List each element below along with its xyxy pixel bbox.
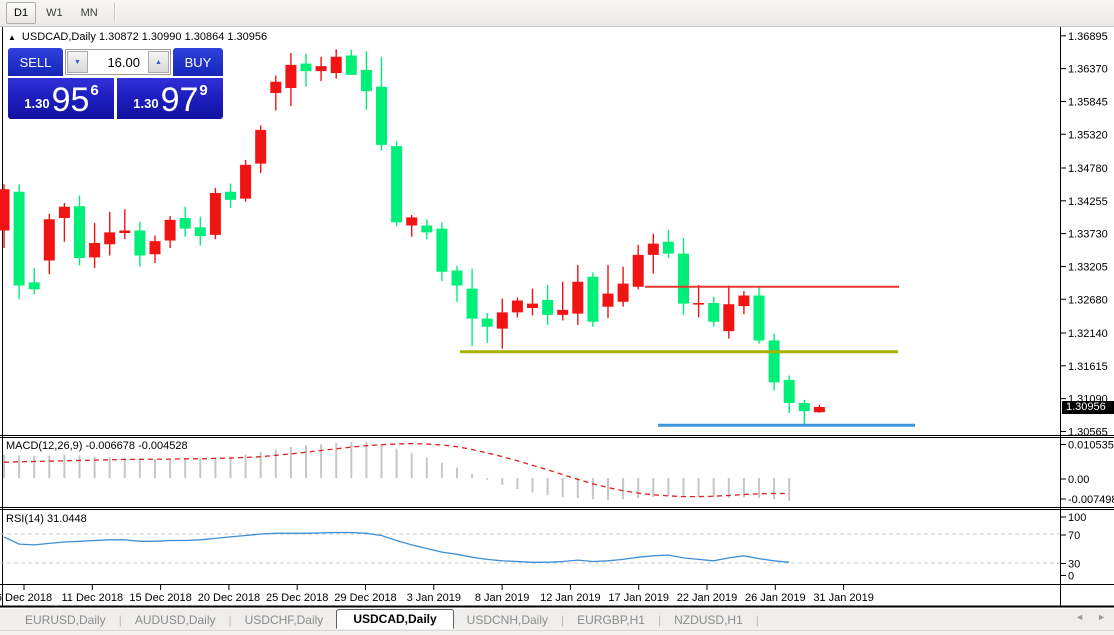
svg-text:1.35845: 1.35845 [1068, 96, 1108, 108]
collapse-triangle-icon[interactable]: ▲ [8, 33, 16, 42]
svg-text:1.33205: 1.33205 [1068, 261, 1108, 273]
svg-text:25 Dec 2018: 25 Dec 2018 [266, 592, 328, 604]
svg-text:6 Dec 2018: 6 Dec 2018 [0, 592, 52, 604]
tab-separator: | [756, 613, 759, 627]
tab-usdcnh-daily[interactable]: USDCNH,Daily [454, 611, 561, 629]
volume-spinner: ▼ 16.00 ▲ [65, 49, 171, 75]
svg-text:1.36370: 1.36370 [1068, 64, 1108, 76]
volume-value[interactable]: 16.00 [89, 50, 147, 74]
symbol-ohlc-text: USDCAD,Daily 1.30872 1.30990 1.30864 1.3… [22, 31, 267, 43]
svg-text:1.30565: 1.30565 [1068, 426, 1108, 438]
svg-text:30: 30 [1068, 559, 1080, 571]
rsi-layer: 100 70 300 [0, 512, 1086, 583]
buy-button[interactable]: BUY [173, 48, 223, 76]
svg-text:22 Jan 2019: 22 Jan 2019 [677, 592, 738, 604]
tabs-scroll-right-icon[interactable]: ► [1097, 612, 1106, 622]
mt4-window: { "toolbar": { "buttons": [ {"label": "D… [0, 0, 1114, 635]
buy-price-big: 97 [161, 85, 199, 115]
svg-text:3 Jan 2019: 3 Jan 2019 [407, 592, 461, 604]
svg-text:1.36895: 1.36895 [1068, 31, 1108, 43]
svg-text:8 Jan 2019: 8 Jan 2019 [475, 592, 529, 604]
tab-audusd-daily[interactable]: AUDUSD,Daily [122, 611, 229, 629]
svg-text:1.33730: 1.33730 [1068, 229, 1108, 241]
svg-text:0: 0 [1068, 571, 1074, 583]
volume-decrease-icon[interactable]: ▼ [67, 51, 88, 73]
macd-label: MACD(12,26,9) -0.006678 -0.004528 [6, 440, 188, 452]
one-click-trade-panel: SELL ▼ 16.00 ▲ BUY 1.30 95 6 1.30 97 9 [8, 48, 223, 119]
svg-text:26 Jan 2019: 26 Jan 2019 [745, 592, 806, 604]
svg-text:15 Dec 2018: 15 Dec 2018 [129, 592, 191, 604]
svg-text:20 Dec 2018: 20 Dec 2018 [198, 592, 260, 604]
sell-button[interactable]: SELL [8, 48, 63, 76]
tabs-scroll-left-icon[interactable]: ◄ [1075, 612, 1084, 622]
tab-eurusd-daily[interactable]: EURUSD,Daily [12, 611, 119, 629]
chart-symbol-title: ▲ USDCAD,Daily 1.30872 1.30990 1.30864 1… [8, 31, 267, 43]
svg-text:11 Dec 2018: 11 Dec 2018 [62, 592, 124, 604]
current-price-badge: 1.30956 [1062, 401, 1114, 414]
tab-usdchf-daily[interactable]: USDCHF,Daily [232, 611, 337, 629]
svg-text:0.00: 0.00 [1068, 474, 1089, 486]
svg-text:17 Jan 2019: 17 Jan 2019 [608, 592, 669, 604]
svg-text:100: 100 [1068, 512, 1086, 524]
tab-usdcad-daily[interactable]: USDCAD,Daily [336, 609, 453, 629]
tab-eurgbp-h1[interactable]: EURGBP,H1 [564, 611, 658, 629]
svg-text:12 Jan 2019: 12 Jan 2019 [540, 592, 601, 604]
svg-text:0.010535: 0.010535 [1068, 440, 1114, 452]
svg-text:1.34255: 1.34255 [1068, 196, 1108, 208]
svg-text:31 Jan 2019: 31 Jan 2019 [813, 592, 874, 604]
buy-price-prefix: 1.30 [133, 96, 158, 111]
svg-text:29 Dec 2018: 29 Dec 2018 [334, 592, 396, 604]
rsi-label: RSI(14) 31.0448 [6, 513, 87, 525]
svg-text:70: 70 [1068, 530, 1080, 542]
svg-text:-0.007498: -0.007498 [1068, 494, 1114, 506]
svg-text:1.32680: 1.32680 [1068, 294, 1108, 306]
svg-text:1.32140: 1.32140 [1068, 328, 1108, 340]
svg-text:1.34780: 1.34780 [1068, 163, 1108, 175]
sell-price-pipette: 6 [90, 82, 98, 99]
svg-text:1.31615: 1.31615 [1068, 361, 1108, 373]
price-axis: 1.36895 1.36370 1.35845 1.35320 1.34780 1.342… [1061, 31, 1108, 439]
chart-tab-bar: EURUSD,Daily|AUDUSD,Daily|USDCHF,DailyUS… [0, 609, 1114, 630]
buy-price-pipette: 9 [199, 82, 207, 99]
buy-price-display[interactable]: 1.30 97 9 [117, 78, 223, 119]
svg-text:1.35320: 1.35320 [1068, 129, 1108, 141]
sell-price-display[interactable]: 1.30 95 6 [8, 78, 114, 119]
tab-nzdusd-h1[interactable]: NZDUSD,H1 [661, 611, 756, 629]
sell-price-big: 95 [52, 85, 90, 115]
sell-price-prefix: 1.30 [24, 96, 49, 111]
date-axis: 6 Dec 2018 11 Dec 2018 15 Dec 2018 20 Dec 2… [0, 585, 874, 604]
volume-increase-icon[interactable]: ▲ [148, 51, 169, 73]
